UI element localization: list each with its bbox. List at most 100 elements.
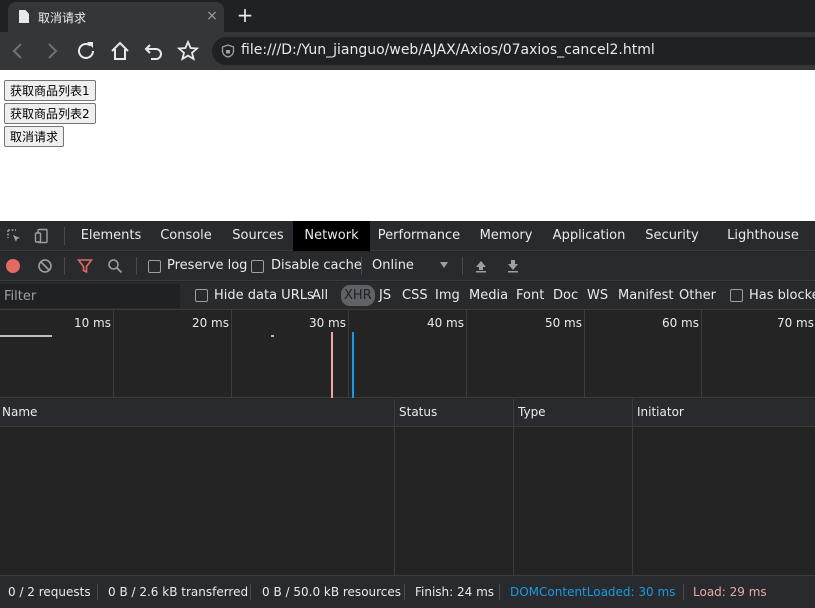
filter-type-doc[interactable]: Doc bbox=[553, 288, 578, 303]
filter-type-font[interactable]: Font bbox=[516, 288, 544, 303]
timeline-gridline bbox=[466, 310, 467, 398]
column-initiator[interactable]: Initiator bbox=[637, 405, 684, 419]
clear-icon[interactable] bbox=[37, 258, 53, 274]
arrow-right-icon bbox=[48, 43, 58, 59]
column-divider bbox=[513, 427, 514, 575]
import-har-icon[interactable] bbox=[473, 258, 489, 274]
tab-elements[interactable]: Elements bbox=[76, 221, 146, 251]
toolbar-divider bbox=[64, 257, 65, 275]
arrow-left-icon bbox=[12, 43, 22, 59]
timeline-tick-label: 40 ms bbox=[426, 316, 464, 330]
toolbar-divider bbox=[462, 257, 463, 275]
column-divider bbox=[632, 399, 633, 427]
column-divider bbox=[513, 399, 514, 427]
home-icon bbox=[111, 41, 129, 60]
timeline-gridline bbox=[348, 310, 349, 398]
reload-button[interactable] bbox=[74, 39, 98, 63]
back-button[interactable] bbox=[6, 39, 30, 63]
browser-toolbar: file:///D:/Yun_jianguo/web/AJAX/Axios/07… bbox=[0, 32, 815, 70]
timeline-gridline bbox=[113, 310, 114, 398]
request-bar bbox=[271, 335, 274, 337]
cancel-request-button[interactable]: 取消请求 bbox=[4, 126, 65, 147]
timeline-gridline bbox=[231, 310, 232, 398]
requests-table-body[interactable] bbox=[0, 427, 815, 575]
bookmark-star-button[interactable] bbox=[176, 39, 200, 63]
toolbar-divider bbox=[64, 227, 65, 245]
device-toolbar-icon[interactable] bbox=[34, 228, 50, 244]
filter-type-all[interactable]: All bbox=[312, 288, 328, 303]
inspect-element-icon[interactable] bbox=[6, 228, 22, 244]
requests-table-header: Name Status Type Initiator bbox=[0, 399, 815, 427]
network-status-bar: 0 / 2 requests 0 B / 2.6 kB transferred … bbox=[0, 575, 815, 608]
dom-content-loaded-time: DOMContentLoaded: 30 ms bbox=[510, 585, 676, 599]
tab-memory[interactable]: Memory bbox=[474, 221, 538, 251]
column-type[interactable]: Type bbox=[518, 405, 546, 419]
status-divider bbox=[683, 584, 684, 600]
load-time: Load: 29 ms bbox=[693, 585, 767, 599]
request-bar bbox=[0, 335, 52, 337]
tab-close-icon[interactable]: × bbox=[204, 7, 220, 25]
filter-type-other[interactable]: Other bbox=[679, 288, 716, 303]
tab-network[interactable]: Network bbox=[293, 221, 370, 251]
status-divider bbox=[499, 584, 500, 600]
timeline-tick-label: 30 ms bbox=[308, 316, 346, 330]
column-divider bbox=[632, 427, 633, 575]
record-button[interactable] bbox=[6, 259, 20, 273]
preserve-log-checkbox[interactable] bbox=[148, 260, 161, 273]
timeline-tick-label: 50 ms bbox=[544, 316, 582, 330]
browser-tab-strip: 取消请求 × + bbox=[0, 0, 815, 32]
undo-button[interactable] bbox=[142, 39, 166, 63]
column-divider bbox=[394, 427, 395, 575]
network-toolbar: Preserve log Disable cache Online bbox=[0, 252, 815, 281]
throttling-select[interactable]: Online bbox=[372, 258, 414, 273]
filter-type-media[interactable]: Media bbox=[469, 288, 508, 303]
transferred-size: 0 B / 2.6 kB transferred bbox=[108, 585, 249, 599]
tab-performance[interactable]: Performance bbox=[374, 221, 464, 251]
filter-type-xhr[interactable]: XHR bbox=[341, 285, 375, 306]
requests-count: 0 / 2 requests bbox=[8, 585, 91, 599]
browser-tab[interactable]: 取消请求 × bbox=[8, 2, 224, 32]
site-info-icon[interactable] bbox=[221, 44, 235, 58]
hide-data-urls-checkbox[interactable] bbox=[195, 289, 208, 302]
preserve-log-label: Preserve log bbox=[167, 258, 248, 273]
chevron-down-icon[interactable] bbox=[440, 262, 448, 268]
has-blocked-cookies-checkbox[interactable] bbox=[730, 289, 743, 302]
column-status[interactable]: Status bbox=[399, 405, 437, 419]
forward-button[interactable] bbox=[40, 39, 64, 63]
address-bar[interactable]: file:///D:/Yun_jianguo/web/AJAX/Axios/07… bbox=[212, 37, 815, 65]
disable-cache-label: Disable cache bbox=[271, 258, 362, 273]
timeline-gridline bbox=[584, 310, 585, 398]
export-har-icon[interactable] bbox=[505, 258, 521, 274]
filter-input[interactable] bbox=[0, 284, 180, 308]
filter-type-js[interactable]: JS bbox=[379, 288, 391, 303]
timeline-tick-label: 20 ms bbox=[191, 316, 229, 330]
finish-time: Finish: 24 ms bbox=[415, 585, 495, 599]
column-name[interactable]: Name bbox=[2, 405, 37, 419]
disable-cache-checkbox[interactable] bbox=[251, 260, 264, 273]
timeline-gridline bbox=[701, 310, 702, 398]
filter-type-img[interactable]: Img bbox=[435, 288, 460, 303]
filter-icon[interactable] bbox=[77, 258, 93, 274]
status-divider bbox=[97, 584, 98, 600]
tab-sources[interactable]: Sources bbox=[226, 221, 290, 251]
status-divider bbox=[404, 584, 405, 600]
tab-application[interactable]: Application bbox=[548, 221, 630, 251]
tab-console[interactable]: Console bbox=[152, 221, 220, 251]
get-product-list-1-button[interactable]: 获取商品列表1 bbox=[4, 80, 96, 101]
has-blocked-cookies-label: Has blocked bbox=[749, 288, 815, 303]
filter-bar: Hide data URLs All XHR JS CSS Img Media … bbox=[0, 282, 815, 310]
filter-type-ws[interactable]: WS bbox=[587, 288, 608, 303]
undo-icon bbox=[144, 44, 162, 60]
timeline-overview[interactable]: 10 ms 20 ms 30 ms 40 ms 50 ms 60 ms 70 m… bbox=[0, 310, 815, 398]
status-divider bbox=[250, 584, 251, 600]
home-button[interactable] bbox=[108, 39, 132, 63]
tab-security[interactable]: Security bbox=[640, 221, 704, 251]
tab-lighthouse[interactable]: Lighthouse bbox=[716, 221, 810, 251]
get-product-list-2-button[interactable]: 获取商品列表2 bbox=[4, 103, 96, 124]
load-event-marker bbox=[331, 332, 333, 398]
devtools-panel: Elements Console Sources Network Perform… bbox=[0, 221, 815, 608]
filter-type-manifest[interactable]: Manifest bbox=[618, 288, 673, 303]
new-tab-button[interactable]: + bbox=[235, 3, 255, 27]
filter-type-css[interactable]: CSS bbox=[402, 288, 428, 303]
search-icon[interactable] bbox=[107, 258, 123, 274]
